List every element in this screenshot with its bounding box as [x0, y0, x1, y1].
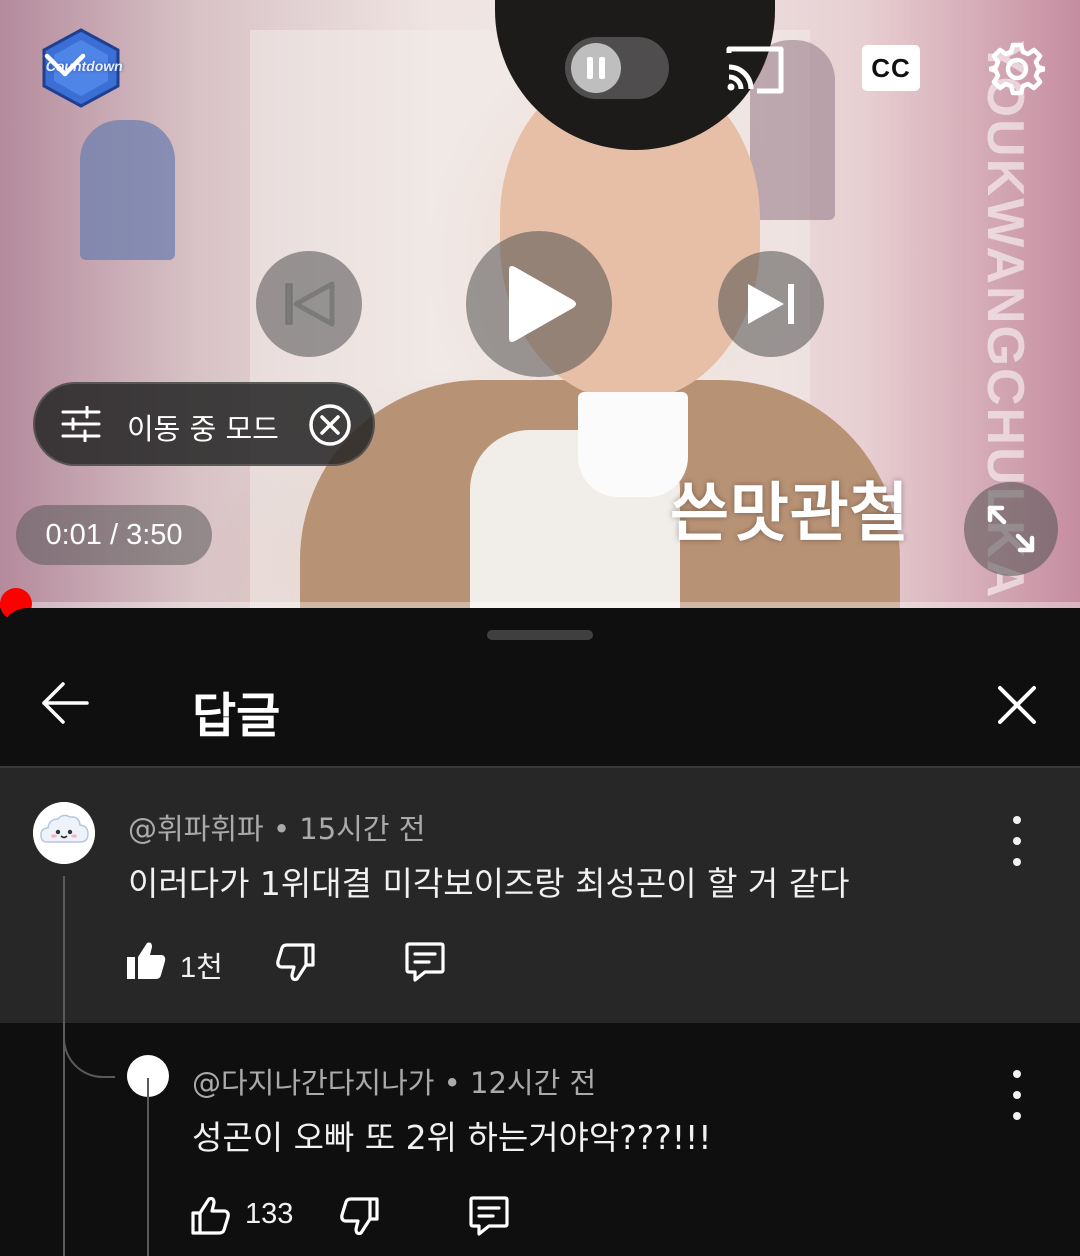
comment-icon — [405, 942, 445, 982]
reply-time: 12시간 전 — [470, 1066, 597, 1100]
settings-button[interactable] — [988, 40, 1046, 98]
cloud-avatar-icon — [33, 802, 95, 864]
drag-handle[interactable] — [487, 630, 593, 640]
thumbs-up-filled-icon — [127, 942, 166, 979]
back-button[interactable] — [38, 678, 92, 728]
minimize-chevron-button[interactable] — [42, 48, 88, 82]
panel-title: 답글 — [192, 688, 281, 744]
kebab-dot — [1013, 858, 1021, 866]
video-player[interactable]: YOUKWANGCHULKA Countdown CC 이동 중 모드 0:01… — [0, 0, 1080, 608]
next-button[interactable] — [718, 251, 824, 357]
sliders-icon — [61, 406, 101, 442]
thumbs-up-icon — [191, 1196, 230, 1235]
reply-thread-line — [147, 1078, 149, 1256]
comment-time: 15시간 전 — [299, 812, 426, 846]
kebab-dot — [1013, 816, 1021, 824]
close-icon — [998, 686, 1036, 724]
captions-button[interactable]: CC — [862, 45, 920, 91]
play-icon — [509, 266, 576, 342]
expand-icon — [987, 505, 1035, 553]
kebab-dot — [1013, 837, 1021, 845]
thumbs-down-icon — [340, 1197, 379, 1236]
skip-previous-icon — [285, 281, 335, 327]
comment-icon — [469, 1196, 509, 1236]
reply-dislike-button[interactable] — [336, 1194, 382, 1238]
previous-button[interactable] — [256, 251, 362, 357]
thread-line — [63, 876, 65, 1256]
replies-header: 답글 — [0, 648, 1080, 766]
avatar[interactable] — [33, 802, 95, 864]
on-the-go-mode-chip[interactable]: 이동 중 모드 — [33, 382, 375, 466]
reply-meta: @다지나간다지나가 • 12시간 전 — [192, 1060, 596, 1102]
kebab-dot — [1013, 1070, 1021, 1078]
video-frame-window-left — [80, 120, 175, 260]
time-display: 0:01 / 3:50 — [16, 505, 212, 565]
like-button[interactable] — [124, 938, 168, 982]
reply-text: 성곤이 오빠 또 2위 하는거야악???!!! — [192, 1118, 712, 1157]
kebab-dot — [1013, 1091, 1021, 1099]
fullscreen-button[interactable] — [964, 482, 1058, 576]
separator-dot: • — [272, 812, 300, 846]
autoplay-toggle[interactable] — [565, 37, 669, 99]
thumbs-down-icon — [276, 943, 315, 982]
replies-panel: 답글 @휘파휘파 • 15시간 전 이러다가 1위대결 미각보이즈랑 최성곤이 … — [0, 608, 1080, 1256]
comment-text: 이러다가 1위대결 미각보이즈랑 최성곤이 할 거 같다 — [128, 864, 850, 903]
separator-dot: • — [443, 1066, 470, 1100]
reply-like-count: 133 — [245, 1198, 294, 1230]
kebab-dot — [1013, 1112, 1021, 1120]
gear-icon — [989, 42, 1045, 96]
reply-more-button[interactable] — [1002, 1070, 1032, 1120]
dislike-button[interactable] — [272, 940, 318, 984]
autoplay-toggle-knob — [571, 43, 621, 93]
comment-author[interactable]: @휘파휘파 — [128, 812, 264, 846]
reply-author[interactable]: @다지나간다지나가 — [192, 1066, 434, 1100]
cast-button[interactable] — [722, 42, 786, 96]
reply-button[interactable] — [402, 940, 448, 984]
thread-connector — [63, 988, 115, 1078]
arrow-left-icon — [42, 682, 89, 724]
chevron-down-icon — [44, 53, 86, 77]
comment-meta: @휘파휘파 • 15시간 전 — [128, 806, 425, 848]
skip-next-icon — [748, 284, 794, 324]
close-circle-icon — [309, 404, 351, 446]
reply-like-button[interactable] — [188, 1194, 234, 1238]
on-the-go-mode-label: 이동 중 모드 — [127, 412, 279, 446]
like-count: 1천 — [180, 952, 223, 984]
close-mode-button[interactable] — [307, 402, 353, 448]
play-button[interactable] — [466, 231, 612, 377]
pause-icon — [587, 57, 605, 79]
comment-more-button[interactable] — [1002, 816, 1032, 866]
video-caption-overlay: 쓴맛관철 — [670, 477, 910, 551]
close-panel-button[interactable] — [994, 682, 1040, 728]
reply-reply-button[interactable] — [466, 1194, 512, 1238]
cast-icon — [726, 46, 784, 94]
